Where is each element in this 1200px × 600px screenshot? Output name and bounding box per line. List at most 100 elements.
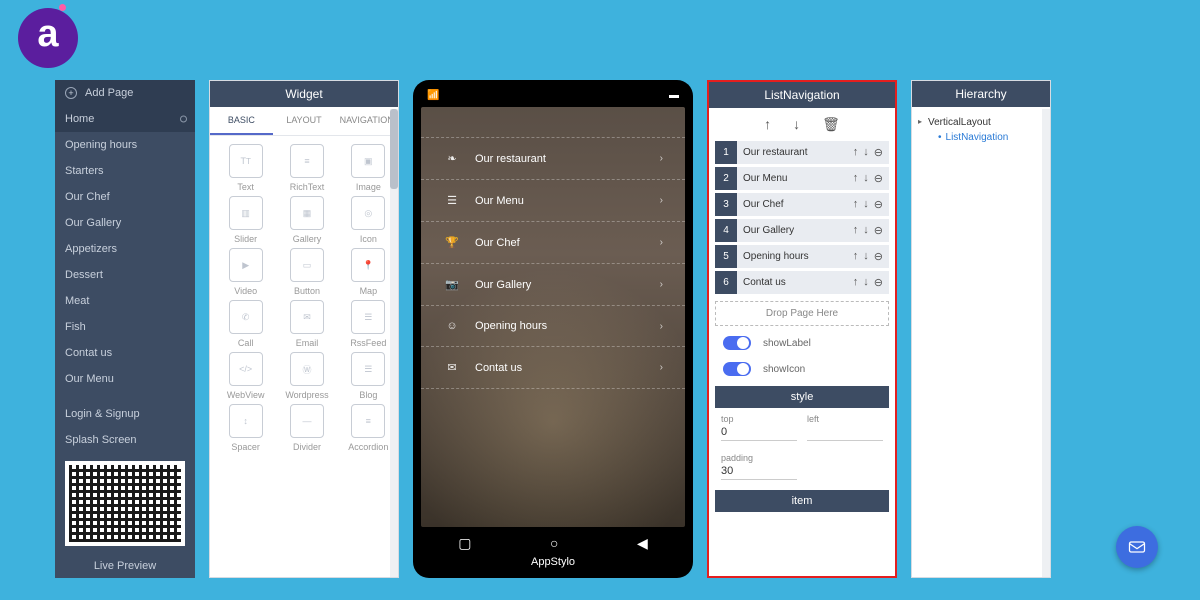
- nav-item-1[interactable]: 1Our restaurant↑↓⊖: [715, 141, 889, 164]
- nav-item-2[interactable]: 2Our Menu↑↓⊖: [715, 167, 889, 190]
- sidebar-page-contact-us[interactable]: Contat us: [55, 340, 195, 366]
- widget-spacer[interactable]: ↕Spacer: [216, 404, 275, 452]
- preview-item-menu[interactable]: ☰Our Menu›: [421, 180, 685, 222]
- drop-zone[interactable]: Drop Page Here: [715, 301, 889, 326]
- row-up-icon[interactable]: ↑: [853, 250, 859, 263]
- row-up-icon[interactable]: ↑: [853, 146, 859, 159]
- nav-recent-icon[interactable]: ◀: [637, 535, 648, 552]
- input-top[interactable]: [721, 424, 797, 441]
- chevron-right-icon: ›: [660, 279, 663, 290]
- preview-item-restaurant[interactable]: ❧Our restaurant›: [421, 137, 685, 180]
- tab-navigation[interactable]: NAVIGATION: [335, 107, 398, 135]
- widget-email[interactable]: ✉Email: [277, 300, 336, 348]
- trophy-icon: 🏆: [443, 236, 461, 249]
- sidebar-page-fish[interactable]: Fish: [55, 314, 195, 340]
- add-page-button[interactable]: + Add Page: [55, 80, 195, 106]
- toggle-switch[interactable]: [723, 336, 751, 350]
- toggle-showlabel[interactable]: showLabel: [709, 330, 895, 356]
- nav-home-icon[interactable]: ○: [550, 535, 558, 552]
- item-section-header[interactable]: item: [715, 490, 889, 512]
- row-down-icon[interactable]: ↓: [863, 224, 869, 237]
- sidebar-page-opening-hours[interactable]: Opening hours: [55, 132, 195, 158]
- hierarchy-child[interactable]: ListNavigation: [920, 132, 1042, 143]
- divider-icon: —: [290, 404, 324, 438]
- row-up-icon[interactable]: ↑: [853, 172, 859, 185]
- chevron-right-icon: ›: [660, 237, 663, 248]
- sidebar-page-home[interactable]: Home: [55, 106, 195, 132]
- widget-divider[interactable]: —Divider: [277, 404, 336, 452]
- smile-icon: ☺: [443, 320, 461, 332]
- nav-item-3[interactable]: 3Our Chef↑↓⊖: [715, 193, 889, 216]
- bars-icon: ☰: [443, 194, 461, 207]
- input-padding[interactable]: [721, 463, 797, 480]
- move-down-icon[interactable]: ↓: [793, 116, 800, 133]
- row-remove-icon[interactable]: ⊖: [874, 198, 883, 211]
- row-up-icon[interactable]: ↑: [853, 198, 859, 211]
- row-remove-icon[interactable]: ⊖: [874, 276, 883, 289]
- widget-call[interactable]: ✆Call: [216, 300, 275, 348]
- widget-scrollbar[interactable]: [390, 109, 398, 577]
- sidebar-page-our-gallery[interactable]: Our Gallery: [55, 210, 195, 236]
- phone-screen[interactable]: ❧Our restaurant› ☰Our Menu› 🏆Our Chef› 📷…: [421, 107, 685, 527]
- row-down-icon[interactable]: ↓: [863, 146, 869, 159]
- hierarchy-root[interactable]: VerticalLayout: [920, 117, 1042, 128]
- widget-button[interactable]: ▭Button: [277, 248, 336, 296]
- chat-fab[interactable]: [1116, 526, 1158, 568]
- row-down-icon[interactable]: ↓: [863, 250, 869, 263]
- widget-webview[interactable]: </>WebView: [216, 352, 275, 400]
- preview-item-contact[interactable]: ✉Contat us›: [421, 347, 685, 389]
- toggle-switch[interactable]: [723, 362, 751, 376]
- preview-item-hours[interactable]: ☺Opening hours›: [421, 306, 685, 347]
- chevron-right-icon: ›: [660, 153, 663, 164]
- tab-basic[interactable]: BASIC: [210, 107, 273, 135]
- row-remove-icon[interactable]: ⊖: [874, 146, 883, 159]
- row-down-icon[interactable]: ↓: [863, 276, 869, 289]
- widget-grid: TTText ≡RichText ▣Image ▥Slider ▦Gallery…: [210, 136, 398, 577]
- sidebar-page-dessert[interactable]: Dessert: [55, 262, 195, 288]
- nav-item-4[interactable]: 4Our Gallery↑↓⊖: [715, 219, 889, 242]
- delete-icon[interactable]: 🗑: [822, 116, 840, 133]
- sidebar-page-our-menu[interactable]: Our Menu: [55, 366, 195, 392]
- preview-item-chef[interactable]: 🏆Our Chef›: [421, 222, 685, 264]
- wordpress-icon: Ⓦ: [290, 352, 324, 386]
- widget-richtext[interactable]: ≡RichText: [277, 144, 336, 192]
- nav-back-icon[interactable]: ▢: [458, 535, 471, 552]
- widget-video[interactable]: ▶Video: [216, 248, 275, 296]
- sidebar-page-meat[interactable]: Meat: [55, 288, 195, 314]
- tab-layout[interactable]: LAYOUT: [273, 107, 336, 135]
- widget-slider[interactable]: ▥Slider: [216, 196, 275, 244]
- row-down-icon[interactable]: ↓: [863, 172, 869, 185]
- row-down-icon[interactable]: ↓: [863, 198, 869, 211]
- sidebar-splash-screen[interactable]: Splash Screen: [55, 427, 195, 453]
- move-up-icon[interactable]: ↑: [764, 116, 771, 133]
- live-preview-label[interactable]: Live Preview: [55, 554, 195, 578]
- nav-item-5[interactable]: 5Opening hours↑↓⊖: [715, 245, 889, 268]
- row-up-icon[interactable]: ↑: [853, 276, 859, 289]
- row-remove-icon[interactable]: ⊖: [874, 250, 883, 263]
- nav-items-list: 1Our restaurant↑↓⊖ 2Our Menu↑↓⊖ 3Our Che…: [709, 141, 895, 297]
- sidebar-login-signup[interactable]: Login & Signup: [55, 401, 195, 427]
- row-remove-icon[interactable]: ⊖: [874, 224, 883, 237]
- inspector-title: ListNavigation: [709, 82, 895, 108]
- phone-statusbar: 📶▬: [419, 88, 687, 103]
- field-top: top: [721, 414, 797, 441]
- style-section-header[interactable]: style: [715, 386, 889, 408]
- input-left[interactable]: [807, 424, 883, 441]
- sidebar-page-appetizers[interactable]: Appetizers: [55, 236, 195, 262]
- preview-item-gallery[interactable]: 📷Our Gallery›: [421, 264, 685, 306]
- hierarchy-scrollbar[interactable]: [1042, 109, 1050, 577]
- nav-item-6[interactable]: 6Contat us↑↓⊖: [715, 271, 889, 294]
- phone-nav-bar: ▢ ○ ◀: [419, 531, 687, 554]
- widget-gallery[interactable]: ▦Gallery: [277, 196, 336, 244]
- row-up-icon[interactable]: ↑: [853, 224, 859, 237]
- widget-wordpress[interactable]: ⓌWordpress: [277, 352, 336, 400]
- widget-text[interactable]: TTText: [216, 144, 275, 192]
- row-remove-icon[interactable]: ⊖: [874, 172, 883, 185]
- toggle-showicon[interactable]: showIcon: [709, 356, 895, 382]
- sidebar-page-our-chef[interactable]: Our Chef: [55, 184, 195, 210]
- phone-preview: 📶▬ ❧Our restaurant› ☰Our Menu› 🏆Our Chef…: [413, 80, 693, 578]
- signal-icon: 📶: [427, 90, 439, 101]
- sidebar-page-starters[interactable]: Starters: [55, 158, 195, 184]
- inspector-toolbar: ↑ ↓ 🗑: [709, 108, 895, 141]
- call-icon: ✆: [229, 300, 263, 334]
